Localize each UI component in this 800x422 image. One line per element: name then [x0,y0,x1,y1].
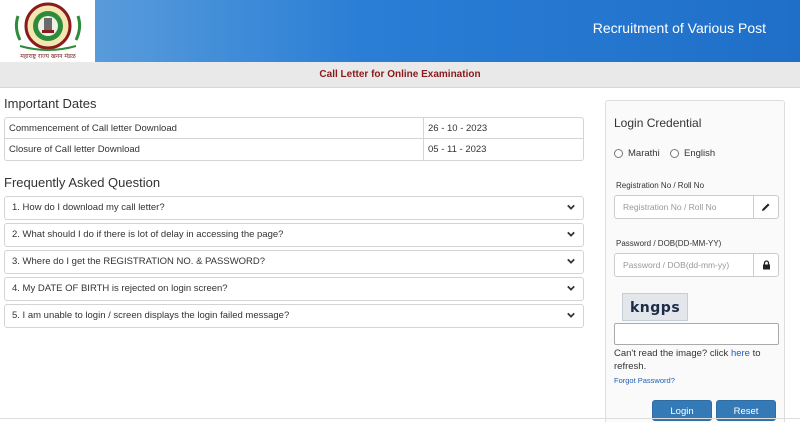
page-title: Recruitment of Various Post [592,20,766,36]
faq-item[interactable]: 1. How do I download my call letter? [4,196,584,220]
faq-item[interactable]: 3. Where do I get the REGISTRATION NO. &… [4,250,584,274]
important-dates-title: Important Dates [4,96,97,111]
logo: महाराष्ट्र राज्य खनन मंडळ [0,0,95,62]
captcha-input[interactable] [614,323,779,345]
chevron-down-icon [567,312,575,318]
faq-question: 5. I am unable to login / screen display… [12,310,290,321]
marathi-label: Marathi [628,148,660,159]
date-label: Closure of Call letter Download [9,144,140,155]
password-label: Password / DOB(DD-MM-YY) [616,239,722,248]
captcha-text: kngps [630,300,681,316]
chevron-down-icon [567,204,575,210]
date-value: 26 - 10 - 2023 [423,118,583,139]
login-title: Login Credential [614,116,702,130]
date-value: 05 - 11 - 2023 [423,139,583,160]
faq-item[interactable]: 4. My DATE OF BIRTH is rejected on login… [4,277,584,301]
lang-marathi-option[interactable]: Marathi [614,148,660,159]
faq-item[interactable]: 5. I am unable to login / screen display… [4,304,584,328]
password-input[interactable]: Password / DOB(dd-mm-yy) [614,253,779,277]
forgot-password-link[interactable]: Forgot Password? [614,376,675,385]
emblem-icon [14,2,82,51]
table-row: Commencement of Call letter Download 26 … [5,118,583,139]
faq-question: 2. What should I do if there is lot of d… [12,229,284,240]
english-label: English [684,148,716,159]
table-row: Closure of Call letter Download 05 - 11 … [5,139,583,160]
chevron-down-icon [567,285,575,291]
faq-question: 3. Where do I get the REGISTRATION NO. &… [12,256,266,267]
registration-placeholder: Registration No / Roll No [623,202,717,212]
cant-read-prefix: Can't read the image? click [614,348,731,359]
english-radio[interactable] [670,149,679,158]
faq-list: 1. How do I download my call letter? 2. … [4,196,586,328]
faq-title: Frequently Asked Question [4,175,161,190]
logo-caption: महाराष्ट्र राज्य खनन मंडळ [20,53,76,60]
important-dates-table: Commencement of Call letter Download 26 … [4,117,584,161]
registration-input[interactable]: Registration No / Roll No [614,195,779,219]
chevron-down-icon [567,258,575,264]
lock-icon [753,254,778,276]
pencil-icon [753,196,778,218]
lang-english-option[interactable]: English [670,148,715,159]
header-bar: महाराष्ट्र राज्य खनन मंडळ Recruitment of… [0,0,800,62]
faq-item[interactable]: 2. What should I do if there is lot of d… [4,223,584,247]
password-placeholder: Password / DOB(dd-mm-yy) [623,260,730,270]
captcha-image: kngps [622,293,688,321]
faq-question: 4. My DATE OF BIRTH is rejected on login… [12,283,228,294]
captcha-refresh-link[interactable]: here [731,348,750,359]
faq-question: 1. How do I download my call letter? [12,202,165,213]
captcha-refresh-text: Can't read the image? click here to refr… [614,347,782,373]
marathi-radio[interactable] [614,149,623,158]
footer-divider [0,418,800,419]
date-label: Commencement of Call letter Download [5,118,423,139]
subtitle-bar: Call Letter for Online Examination [0,62,800,88]
registration-label: Registration No / Roll No [616,181,705,190]
chevron-down-icon [567,231,575,237]
main-content: Important Dates Commencement of Call let… [4,96,586,331]
login-panel: Login Credential Marathi English Registr… [605,100,785,422]
